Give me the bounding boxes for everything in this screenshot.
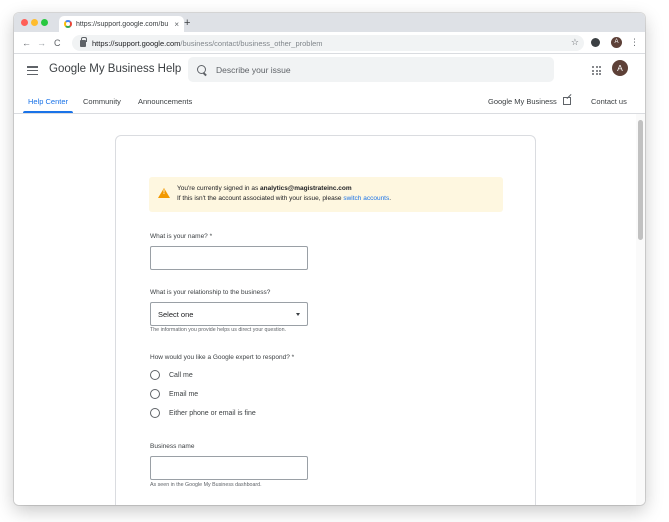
search-icon (197, 65, 206, 74)
radio-label: Either phone or email is fine (169, 409, 256, 417)
extension-icon[interactable] (591, 38, 600, 47)
contact-form-card: ! You're currently signed in as analytic… (115, 135, 536, 505)
bookmark-star-icon[interactable]: ☆ (571, 37, 579, 48)
close-tab-icon[interactable]: × (174, 20, 179, 29)
warning-icon-glyph: ! (163, 190, 165, 196)
business-name-label: Business name (150, 443, 195, 450)
radio-option-either[interactable]: Either phone or email is fine (150, 408, 256, 418)
url-field[interactable]: https://support.google.com/business/cont… (72, 35, 584, 51)
maximize-window-button[interactable] (41, 19, 48, 26)
minimize-window-button[interactable] (31, 19, 38, 26)
browser-menu-icon[interactable]: ⋮ (630, 36, 639, 48)
business-name-field[interactable] (150, 456, 308, 480)
tab-title: https://support.google.com/bu (76, 20, 169, 28)
main-content: ! You're currently signed in as analytic… (14, 114, 635, 505)
radio-button[interactable] (150, 370, 160, 380)
google-my-business-link[interactable]: Google My Business (488, 97, 571, 106)
name-field[interactable] (150, 246, 308, 270)
relationship-select[interactable]: Select one (150, 302, 308, 326)
hamburger-menu-icon[interactable] (27, 66, 38, 76)
reload-button[interactable]: C (54, 37, 61, 49)
respond-label: How would you like a Google expert to re… (150, 354, 295, 361)
radio-option-email[interactable]: Email me (150, 389, 198, 399)
site-header: Google My Business Help A (14, 54, 645, 88)
site-title[interactable]: Google My Business Help (49, 63, 181, 75)
avatar[interactable]: A (612, 60, 628, 76)
browser-profile-icon[interactable]: A (611, 37, 622, 48)
signed-in-notice: ! You're currently signed in as analytic… (149, 177, 503, 212)
apps-grid-icon[interactable] (592, 66, 601, 75)
switch-accounts-link[interactable]: switch accounts (343, 195, 389, 202)
radio-label: Call me (169, 371, 193, 379)
new-tab-button[interactable]: + (184, 16, 190, 30)
tab-strip: https://support.google.com/bu × + (14, 13, 645, 32)
page-scrollbar[interactable] (636, 114, 645, 505)
address-bar: ← → C https://support.google.com/busines… (14, 32, 645, 54)
radio-button[interactable] (150, 389, 160, 399)
active-tab-indicator (23, 111, 73, 113)
url-path: /business/contact/business_other_problem (180, 38, 323, 48)
account-hint-prefix: If this isn't the account associated wit… (177, 195, 344, 202)
signed-in-prefix: You're currently signed in as (177, 185, 261, 192)
tab-community[interactable]: Community (83, 97, 121, 106)
radio-option-call[interactable]: Call me (150, 370, 193, 380)
business-name-helper-text: As seen in the Google My Business dashbo… (150, 482, 262, 488)
signed-in-email: analytics@magistrateinc.com (260, 185, 352, 192)
open-in-new-icon (562, 97, 571, 105)
signed-in-text: You're currently signed in as analytics@… (177, 185, 352, 192)
radio-button[interactable] (150, 408, 160, 418)
google-favicon-icon (64, 20, 72, 28)
relationship-selected-value: Select one (158, 309, 194, 319)
contact-us-link[interactable]: Contact us (591, 97, 627, 106)
relationship-helper-text: The information you provide helps us dir… (150, 327, 287, 333)
tab-help-center[interactable]: Help Center (28, 97, 68, 106)
close-window-button[interactable] (21, 19, 28, 26)
browser-tab[interactable]: https://support.google.com/bu × (59, 16, 184, 32)
url-text: https://support.google.com/business/cont… (92, 39, 323, 48)
search-box[interactable] (188, 57, 554, 82)
gmb-link-label: Google My Business (488, 97, 557, 106)
account-hint-suffix: . (389, 195, 392, 202)
url-host: https://support.google.com (92, 38, 181, 48)
account-hint-text: If this isn't the account associated wit… (177, 195, 391, 202)
browser-window: https://support.google.com/bu × + ← → C … (14, 13, 645, 505)
radio-label: Email me (169, 390, 199, 398)
nav-tabs: Help Center Community Announcements Goog… (14, 88, 645, 114)
forward-button[interactable]: → (37, 37, 46, 49)
lock-icon (80, 36, 87, 47)
back-button[interactable]: ← (22, 37, 31, 49)
name-label: What is your name? * (150, 233, 213, 240)
dropdown-caret-icon (296, 312, 300, 316)
tab-announcements[interactable]: Announcements (138, 97, 192, 106)
scrollbar-thumb[interactable] (638, 120, 643, 240)
search-input[interactable] (216, 64, 516, 75)
relationship-label: What is your relationship to the busines… (150, 289, 271, 296)
